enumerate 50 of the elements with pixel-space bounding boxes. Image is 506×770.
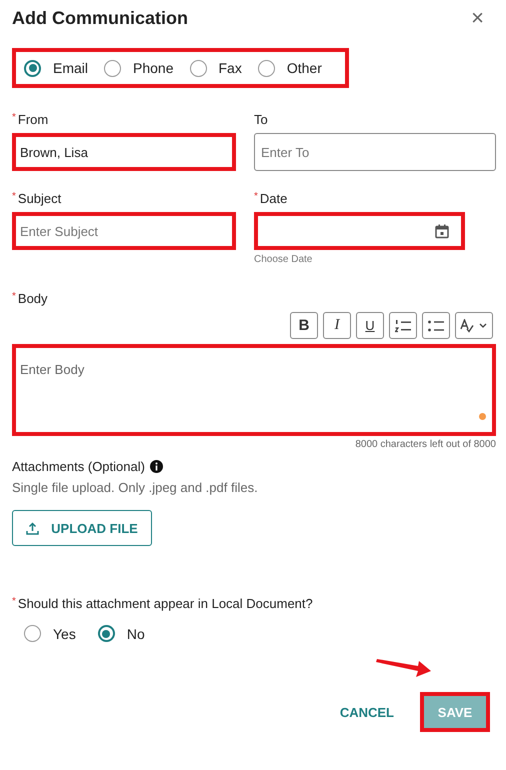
radio-label: Email — [53, 60, 88, 76]
field-label: Date — [260, 191, 288, 206]
body-field[interactable]: Enter Body — [12, 344, 496, 436]
question-label: Should this attachment appear in Local Document? — [18, 596, 313, 611]
required-marker: * — [12, 596, 16, 607]
field-label: Subject — [18, 191, 62, 206]
field-label: To — [254, 112, 268, 127]
radio-button[interactable] — [98, 625, 115, 642]
spellcheck-icon — [460, 318, 488, 332]
radio-button[interactable] — [190, 60, 206, 76]
radio-button[interactable] — [24, 625, 41, 642]
dialog-title: Add Communication — [12, 8, 188, 28]
required-marker: * — [254, 191, 258, 202]
spellcheck-dropdown[interactable] — [455, 312, 493, 339]
bold-button[interactable]: B — [290, 312, 318, 339]
field-hint: Choose Date — [254, 254, 314, 265]
numbered-list-button[interactable] — [389, 312, 417, 339]
radio-label: Fax — [218, 60, 242, 76]
attachments-label: Attachments (Optional) — [12, 459, 145, 474]
info-icon — [150, 460, 163, 473]
text-field[interactable]: Enter Subject — [12, 212, 236, 250]
radio-label: No — [126, 626, 145, 642]
placeholder-text: Enter Body — [20, 362, 84, 377]
text-field[interactable]: Brown, Lisa — [12, 133, 236, 171]
field-label: Body — [18, 291, 48, 306]
status-dot — [479, 413, 486, 420]
date-field[interactable] — [254, 212, 465, 250]
required-marker: * — [12, 291, 16, 302]
radio-button[interactable] — [24, 60, 41, 76]
radio-button[interactable] — [258, 60, 275, 76]
italic-button[interactable]: I — [323, 312, 351, 339]
cancel-button[interactable]: CANCEL — [336, 696, 398, 728]
attachments-hint: Single file upload. Only .jpeg and .pdf files. — [12, 480, 259, 495]
character-counter: 8000 characters left out of 8000 — [354, 439, 496, 450]
bullet-list-icon — [428, 318, 444, 332]
close-button[interactable]: × — [471, 7, 496, 29]
radio-label: Phone — [133, 60, 174, 76]
upload-file-button[interactable]: UPLOAD FILE — [12, 510, 152, 546]
radio-label: Other — [286, 60, 322, 76]
bullet-list-button[interactable] — [422, 312, 450, 339]
radio-button[interactable] — [104, 60, 122, 76]
required-marker: * — [12, 191, 16, 202]
numbered-list-icon — [395, 318, 411, 332]
calendar-icon — [435, 224, 449, 238]
field-label: From — [18, 112, 48, 127]
radio-label: Yes — [53, 626, 76, 642]
underline-button[interactable]: U — [356, 312, 384, 339]
text-field[interactable]: Enter To — [254, 133, 496, 171]
upload-icon — [26, 522, 40, 534]
required-marker: * — [12, 112, 16, 123]
